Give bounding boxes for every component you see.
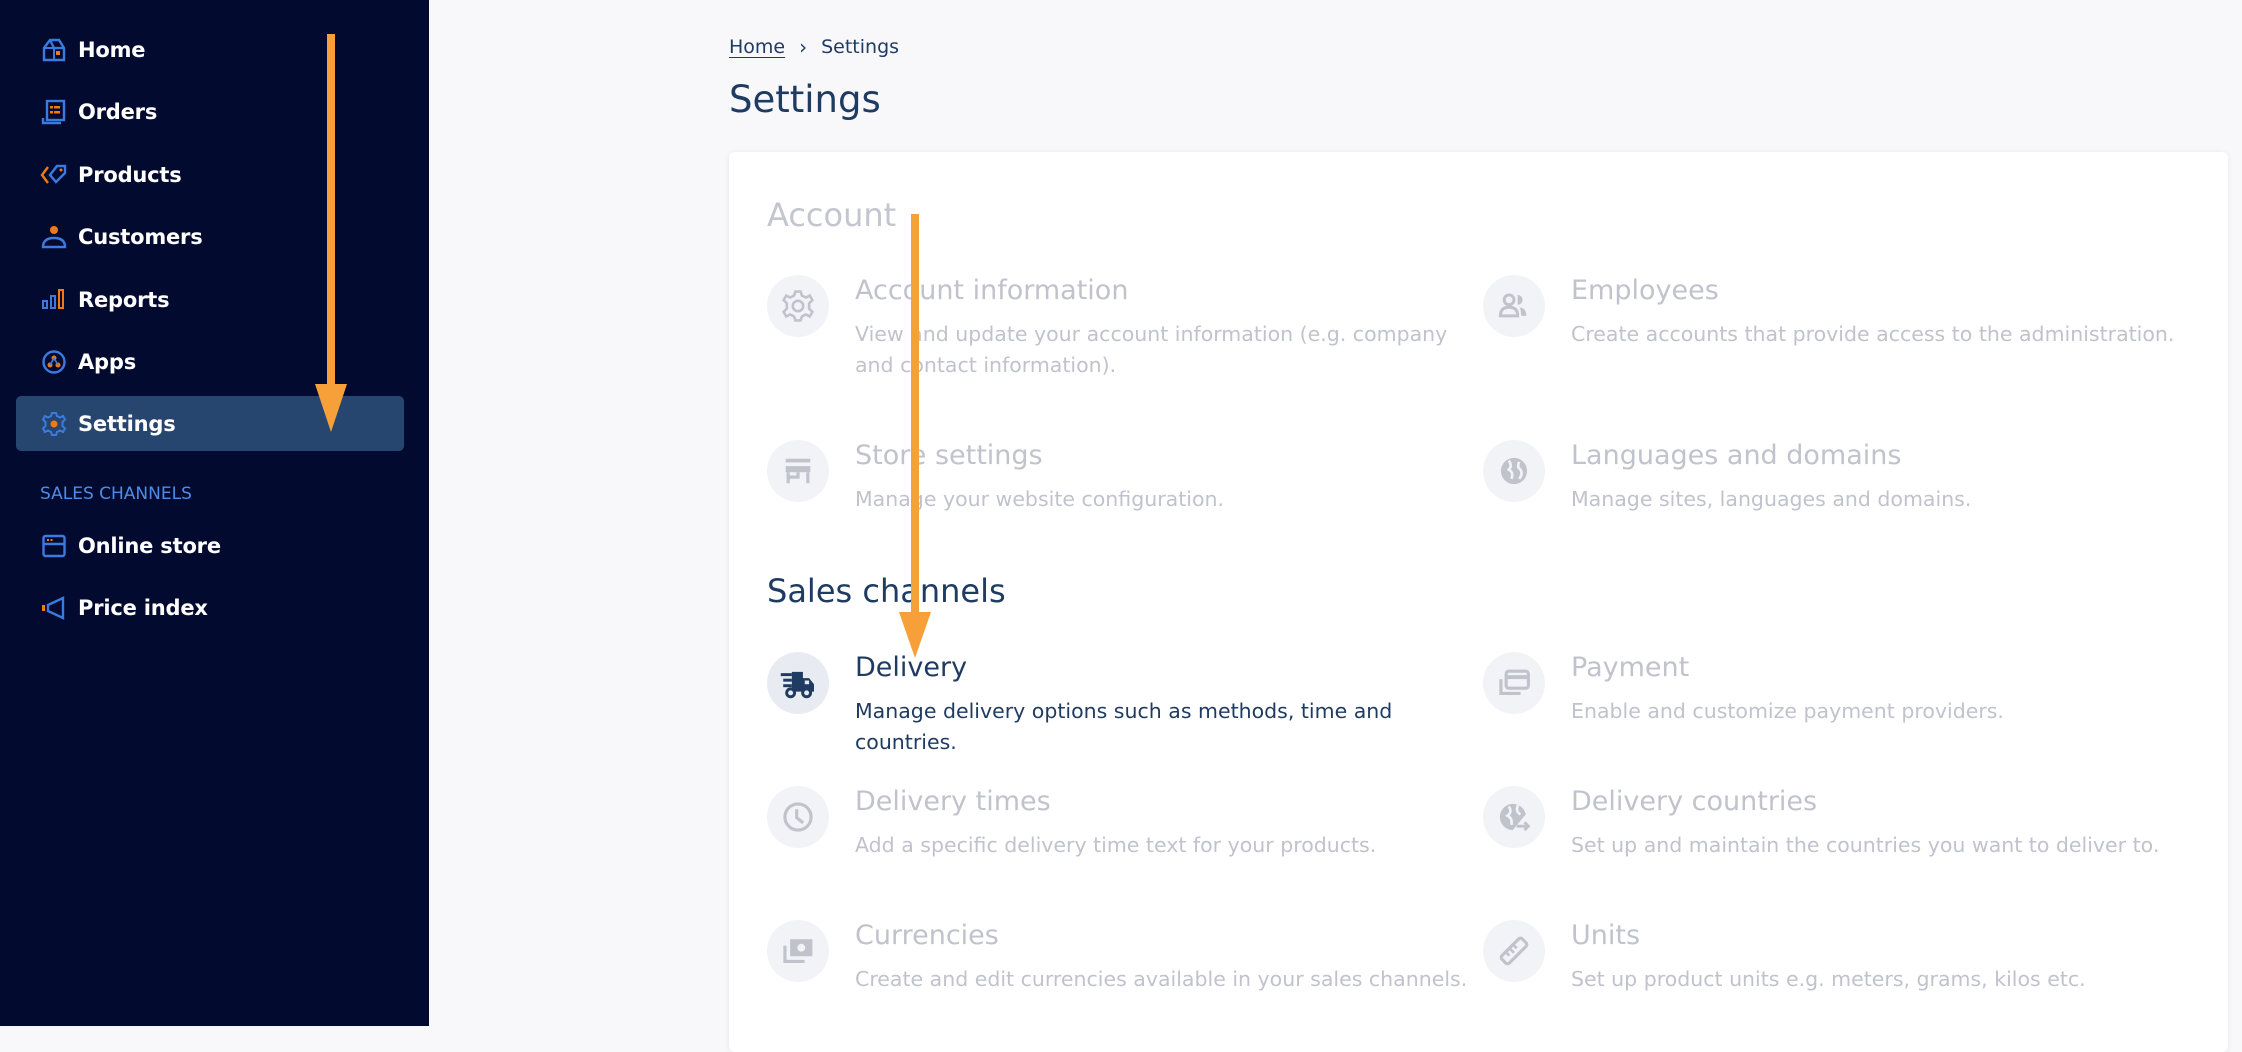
tile-description: Manage your website configuration. bbox=[855, 487, 1224, 511]
main-content: Home › Settings Settings Account Account… bbox=[429, 0, 2242, 1052]
tile-description: Enable and customize payment providers. bbox=[1571, 699, 2004, 723]
tile-title: Payment bbox=[1571, 652, 1690, 683]
apps-icon bbox=[40, 348, 68, 376]
sidebar-item-label: Orders bbox=[78, 99, 158, 124]
sidebar: Home Orders Products Customers Reports A… bbox=[0, 0, 429, 1026]
sidebar-item-settings[interactable]: Settings bbox=[16, 396, 404, 451]
clock-icon bbox=[767, 786, 829, 848]
tile-title: Delivery bbox=[855, 652, 968, 683]
breadcrumb-home-link[interactable]: Home bbox=[729, 36, 785, 58]
sidebar-item-label: Reports bbox=[78, 287, 170, 312]
section-title-account: Account bbox=[767, 196, 897, 234]
chevron-right-icon: › bbox=[799, 35, 808, 59]
sidebar-item-apps[interactable]: Apps bbox=[16, 334, 404, 389]
sidebar-item-label: Home bbox=[78, 37, 146, 62]
gear-icon bbox=[40, 410, 68, 438]
page-title: Settings bbox=[729, 78, 881, 121]
tile-description: Set up product units e.g. meters, grams,… bbox=[1571, 967, 2086, 991]
person-icon bbox=[40, 223, 68, 251]
breadcrumb-current: Settings bbox=[821, 36, 900, 58]
sidebar-item-label: Settings bbox=[78, 411, 176, 436]
storefront-icon bbox=[40, 532, 68, 560]
orders-icon bbox=[40, 98, 68, 126]
tile-description: Set up and maintain the countries you wa… bbox=[1571, 833, 2160, 857]
section-title-sales-channels: Sales channels bbox=[767, 572, 1006, 610]
settings-card: Account Account information View and upd… bbox=[729, 152, 2228, 1052]
sidebar-section-label: SALES CHANNELS bbox=[40, 484, 192, 504]
sidebar-item-label: Apps bbox=[78, 349, 137, 374]
tile-title: Currencies bbox=[855, 920, 999, 951]
tile-description: Manage delivery options such as methods,… bbox=[855, 699, 1393, 754]
sidebar-item-products[interactable]: Products bbox=[16, 147, 404, 202]
sidebar-item-label: Customers bbox=[78, 224, 203, 249]
sidebar-item-reports[interactable]: Reports bbox=[16, 272, 404, 327]
sidebar-item-label: Products bbox=[78, 162, 182, 187]
home-icon bbox=[40, 36, 68, 64]
breadcrumb: Home › Settings bbox=[729, 35, 899, 59]
sidebar-item-online-store[interactable]: Online store bbox=[16, 518, 404, 573]
tile-title: Store settings bbox=[855, 440, 1043, 471]
sidebar-item-label: Price index bbox=[78, 595, 208, 620]
tile-description: Manage sites, languages and domains. bbox=[1571, 487, 1972, 511]
people-icon bbox=[1483, 275, 1545, 337]
truck-icon bbox=[767, 652, 829, 714]
tile-title: Delivery times bbox=[855, 786, 1051, 817]
globe-icon bbox=[1483, 440, 1545, 502]
tile-description: Create accounts that provide access to t… bbox=[1571, 322, 2175, 346]
banknote-icon bbox=[767, 920, 829, 982]
globe-arrow-icon bbox=[1483, 786, 1545, 848]
tile-title: Employees bbox=[1571, 275, 1719, 306]
tile-description: Create and edit currencies available in … bbox=[855, 967, 1468, 991]
megaphone-icon bbox=[40, 594, 68, 622]
tile-title: Languages and domains bbox=[1571, 440, 1902, 471]
tile-description: Add a specific delivery time text for yo… bbox=[855, 833, 1377, 857]
gear-icon bbox=[767, 275, 829, 337]
tag-icon bbox=[40, 161, 68, 189]
sidebar-item-price-index[interactable]: Price index bbox=[16, 580, 404, 635]
tile-description: View and update your account information… bbox=[855, 322, 1448, 377]
sidebar-item-customers[interactable]: Customers bbox=[16, 209, 404, 264]
tile-title: Delivery countries bbox=[1571, 786, 1818, 817]
tile-title: Account information bbox=[855, 275, 1129, 306]
sidebar-item-home[interactable]: Home bbox=[16, 22, 404, 77]
sidebar-item-orders[interactable]: Orders bbox=[16, 84, 404, 139]
store-icon bbox=[767, 440, 829, 502]
sidebar-item-label: Online store bbox=[78, 533, 221, 558]
ruler-icon bbox=[1483, 920, 1545, 982]
tile-title: Units bbox=[1571, 920, 1641, 951]
credit-card-icon bbox=[1483, 652, 1545, 714]
bar-chart-icon bbox=[40, 286, 68, 314]
